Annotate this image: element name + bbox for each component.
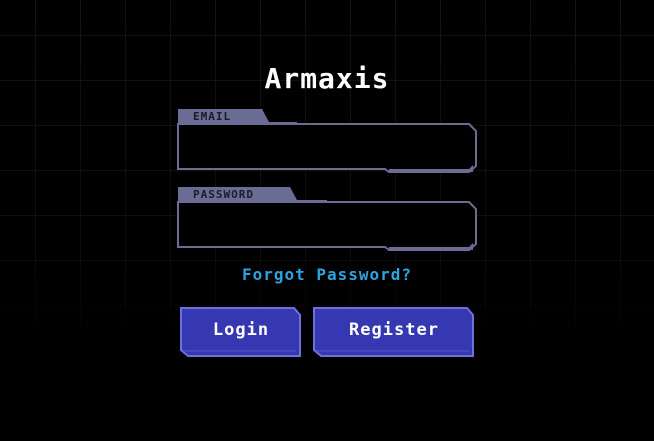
email-field-group: EMAIL (177, 108, 478, 174)
password-field-group: PASSWORD (177, 186, 478, 252)
email-label: EMAIL (193, 110, 232, 123)
app-title: Armaxis (264, 62, 390, 95)
login-button[interactable]: Login (180, 307, 302, 357)
email-input[interactable] (183, 126, 467, 166)
register-button-label: Register (349, 320, 439, 340)
register-button[interactable]: Register (313, 307, 475, 357)
password-label: PASSWORD (193, 188, 254, 201)
password-input[interactable] (183, 204, 467, 244)
login-button-label: Login (212, 320, 270, 340)
forgot-password-link[interactable]: Forgot Password? (0, 265, 654, 284)
